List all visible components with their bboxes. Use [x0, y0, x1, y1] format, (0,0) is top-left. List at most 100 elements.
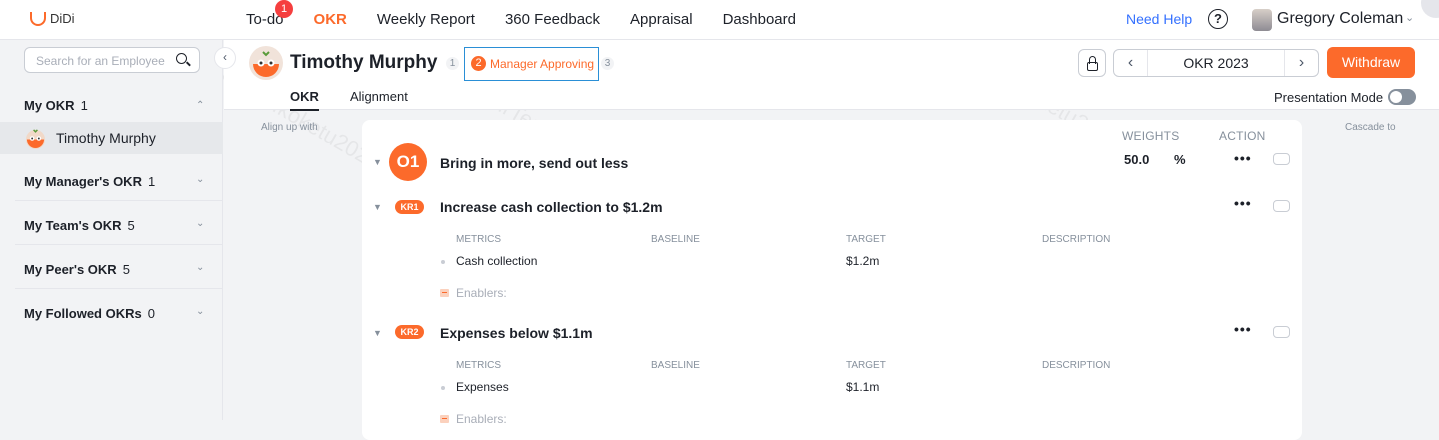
employee-search-input[interactable]: Search for an Employee	[24, 47, 200, 73]
section-managers-okr[interactable]: My Manager's OKR 1	[24, 174, 155, 189]
section-teams-okr[interactable]: My Team's OKR 5	[24, 218, 135, 233]
need-help-link[interactable]: Need Help	[1126, 11, 1192, 27]
chevron-up-icon[interactable]: ⌃	[196, 100, 204, 111]
lock-icon-body	[1087, 62, 1098, 71]
baseline-header: BASELINE	[651, 360, 700, 371]
okr-card: WEIGHTS ACTION ▼ O1 Bring in more, send …	[362, 120, 1302, 440]
step-2: 2	[471, 56, 486, 71]
section-label: My Manager's OKR	[24, 174, 142, 189]
more-actions-icon[interactable]: •••	[1234, 150, 1252, 166]
section-count: 5	[122, 262, 130, 277]
kr-title[interactable]: Expenses below $1.1m	[440, 325, 593, 341]
metrics-header: METRICS	[456, 234, 501, 245]
didi-logo-icon	[30, 11, 46, 26]
more-actions-icon[interactable]: •••	[1234, 195, 1252, 211]
question-icon[interactable]: ?	[1208, 9, 1228, 29]
nav-todo[interactable]: To-do 1	[246, 0, 293, 40]
kr-badge: KR2	[395, 325, 424, 339]
expand-triangle-icon[interactable]: ▼	[373, 157, 382, 167]
section-label: My OKR	[24, 98, 75, 113]
chevron-down-icon[interactable]: ⌄	[196, 262, 204, 273]
sidebar-person-name: Timothy Murphy	[56, 130, 156, 146]
comment-icon[interactable]	[1273, 153, 1290, 165]
page-title: Timothy Murphy	[290, 52, 438, 73]
section-my-okr[interactable]: My OKR 1	[24, 98, 88, 113]
metric-name: Expenses	[456, 380, 509, 394]
chevron-down-icon[interactable]: ⌄	[196, 306, 204, 317]
section-followed-okrs[interactable]: My Followed OKRs 0	[24, 306, 155, 321]
corner-button[interactable]	[1421, 0, 1439, 18]
presentation-mode-toggle[interactable]	[1388, 89, 1416, 105]
main-content: Timothy Murphy 1 2 Manager Approving 3 ‹…	[224, 40, 1439, 440]
lock-button[interactable]	[1078, 49, 1106, 77]
withdraw-button[interactable]: Withdraw	[1327, 47, 1415, 78]
avatar-face-icon	[25, 129, 46, 149]
section-label: My Peer's OKR	[24, 262, 117, 277]
search-placeholder: Search for an Employee	[36, 54, 165, 68]
user-name[interactable]: Gregory Coleman	[1277, 10, 1403, 28]
section-count: 0	[147, 306, 155, 321]
nav-360-feedback[interactable]: 360 Feedback	[505, 0, 600, 40]
comment-icon[interactable]	[1273, 326, 1290, 338]
divider	[15, 200, 223, 201]
todo-count-badge: 1	[275, 0, 293, 18]
chevron-left-icon[interactable]: ‹	[1114, 50, 1148, 76]
status-label: Manager Approving	[490, 57, 595, 71]
weight-unit: %	[1174, 152, 1186, 167]
section-label: My Followed OKRs	[24, 306, 142, 321]
chevron-down-icon[interactable]: ⌄	[196, 218, 204, 229]
objective-weight[interactable]: 50.0	[1124, 152, 1149, 167]
metric-target: $1.1m	[846, 380, 880, 394]
nav-okr[interactable]: OKR	[314, 0, 347, 40]
expand-triangle-icon[interactable]: ▼	[373, 202, 382, 212]
person-avatar	[249, 46, 283, 80]
section-peers-okr[interactable]: My Peer's OKR 5	[24, 262, 130, 277]
weights-header: WEIGHTS	[1122, 129, 1180, 143]
status-step-current[interactable]: 2 Manager Approving	[464, 47, 599, 81]
target-header: TARGET	[846, 360, 886, 371]
divider	[15, 288, 223, 289]
collapse-sidebar-button[interactable]: ‹	[214, 47, 236, 69]
enablers-label[interactable]: Enablers:	[456, 286, 507, 300]
description-header: DESCRIPTION	[1042, 234, 1111, 245]
chevron-down-icon[interactable]: ⌄	[1405, 11, 1414, 24]
metrics-header: METRICS	[456, 360, 501, 371]
enablers-icon	[440, 289, 449, 297]
objective-title[interactable]: Bring in more, send out less	[440, 155, 628, 171]
kr-title[interactable]: Increase cash collection to $1.2m	[440, 199, 663, 215]
baseline-header: BASELINE	[651, 234, 700, 245]
enablers-icon	[440, 415, 449, 423]
step-1: 1	[446, 57, 459, 70]
main-nav: To-do 1 OKR Weekly Report 360 Feedback A…	[246, 0, 826, 40]
divider	[15, 244, 223, 245]
top-bar: DiDi To-do 1 OKR Weekly Report 360 Feedb…	[0, 0, 1439, 40]
metric-target: $1.2m	[846, 254, 880, 268]
more-actions-icon[interactable]: •••	[1234, 321, 1252, 337]
chevron-right-icon[interactable]: ›	[1284, 50, 1318, 76]
nav-weekly-report[interactable]: Weekly Report	[377, 0, 475, 40]
didi-logo[interactable]: DiDi	[30, 11, 75, 26]
bullet	[441, 260, 445, 264]
period-selector[interactable]: ‹ OKR 2023 ›	[1113, 49, 1319, 77]
sidebar: Search for an Employee My OKR 1 ⌃ Timothy…	[0, 40, 223, 420]
chevron-down-icon[interactable]: ⌄	[196, 174, 204, 185]
align-up-label: Align up with	[261, 122, 318, 133]
cascade-label: Cascade to	[1345, 122, 1396, 133]
tab-alignment[interactable]: Alignment	[350, 89, 408, 104]
step-3: 3	[601, 57, 614, 70]
comment-icon[interactable]	[1273, 200, 1290, 212]
tab-okr[interactable]: OKR	[290, 89, 319, 111]
enablers-label[interactable]: Enablers:	[456, 412, 507, 426]
presentation-mode-label: Presentation Mode	[1274, 90, 1384, 105]
bullet	[441, 386, 445, 390]
nav-dashboard[interactable]: Dashboard	[723, 0, 796, 40]
action-header: ACTION	[1219, 129, 1266, 143]
user-avatar[interactable]	[1252, 9, 1272, 31]
objective-badge: O1	[389, 143, 427, 181]
description-header: DESCRIPTION	[1042, 360, 1111, 371]
nav-appraisal[interactable]: Appraisal	[630, 0, 693, 40]
sidebar-item-person[interactable]: Timothy Murphy	[0, 122, 223, 154]
kr-badge: KR1	[395, 200, 424, 214]
expand-triangle-icon[interactable]: ▼	[373, 328, 382, 338]
search-icon[interactable]	[176, 53, 187, 64]
